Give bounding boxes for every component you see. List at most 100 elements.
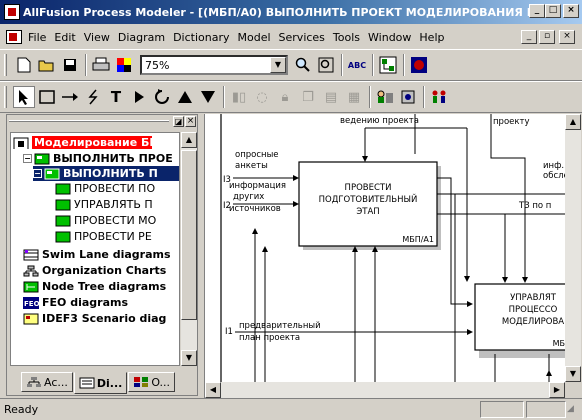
menu-model[interactable]: Model — [234, 31, 275, 44]
tab-activities[interactable]: Ac... — [21, 372, 73, 392]
scroll-down-icon[interactable]: ▼ — [181, 350, 197, 366]
tree-item-a4[interactable]: ПРОВЕСТИ РЕ — [55, 229, 152, 244]
scroll-up-icon[interactable]: ▲ — [565, 114, 581, 130]
text-tool-icon[interactable]: T — [105, 86, 127, 108]
menu-tools[interactable]: Tools — [329, 31, 364, 44]
swim-lane-icon — [23, 249, 39, 260]
tree-item-swimlane[interactable]: Swim Lane diagrams — [23, 247, 171, 262]
tree-item-a0[interactable]: − ВЫПОЛНИТЬ ПРОЕ — [23, 151, 173, 166]
model-tree[interactable]: Моделирование БП − ВЫПОЛНИТЬ ПРОЕ − ВЫПО… — [10, 132, 180, 366]
chevron-down-icon[interactable]: ▼ — [270, 57, 286, 73]
undo-icon[interactable] — [151, 86, 173, 108]
panel-close-button[interactable]: × — [185, 116, 196, 127]
squiggle-icon[interactable] — [82, 86, 104, 108]
go-to-parent-icon[interactable] — [174, 86, 196, 108]
idef3-icon — [23, 313, 39, 324]
diagrams-tab-icon — [79, 377, 95, 389]
label-r3: ТЗ по п — [518, 201, 551, 211]
collapse-icon[interactable]: − — [33, 169, 42, 178]
label-c1: предварительный — [239, 321, 321, 331]
model-mart-icon[interactable] — [408, 54, 430, 76]
arrow-tool-icon[interactable] — [59, 86, 81, 108]
org-chart-icon — [23, 265, 39, 276]
scroll-thumb[interactable] — [181, 150, 197, 320]
zoom-fit-icon[interactable] — [315, 54, 337, 76]
color-icon[interactable] — [113, 54, 135, 76]
open-icon[interactable] — [36, 54, 58, 76]
users-icon[interactable] — [374, 86, 396, 108]
panel-pin-button[interactable]: ◪ — [173, 116, 184, 127]
tree-item-idef3[interactable]: IDEF3 Scenario diag — [23, 311, 166, 326]
label-a1: опросные — [235, 150, 279, 160]
activities-tab-icon — [27, 377, 41, 387]
spellcheck-icon[interactable]: ABC — [346, 54, 368, 76]
tree-item-a2[interactable]: УПРАВЛЯТЬ П — [55, 197, 153, 212]
menu-file[interactable]: File — [24, 31, 50, 44]
app-icon — [4, 4, 20, 20]
resize-grip-icon[interactable]: ◢ — [567, 404, 579, 416]
scroll-right-icon[interactable]: ▶ — [549, 382, 565, 398]
scroll-up-icon[interactable]: ▲ — [181, 132, 197, 148]
tree-item-a1[interactable]: ПРОВЕСТИ ПО — [55, 181, 155, 196]
menu-services[interactable]: Services — [275, 31, 329, 44]
scroll-left-icon[interactable]: ◀ — [205, 382, 221, 398]
model-icon — [13, 137, 29, 149]
label-top1: ведению проекта — [340, 116, 419, 126]
tab-diagrams[interactable]: Di... — [73, 372, 128, 394]
collapse-icon[interactable]: − — [23, 154, 32, 163]
properties-icon[interactable] — [397, 86, 419, 108]
menu-dictionary[interactable]: Dictionary — [169, 31, 233, 44]
grid-icon[interactable]: ▦ — [343, 86, 365, 108]
zoom-select[interactable]: 75% ▼ — [140, 55, 288, 75]
label-c2: план проекта — [239, 333, 300, 343]
menu-help[interactable]: Help — [415, 31, 448, 44]
model-explorer-panel: ◪ × Моделирование БП − ВЫПОЛНИТЬ ПРОЕ − … — [6, 114, 198, 396]
page-icon[interactable]: ▤ — [320, 86, 342, 108]
status-panel-2 — [526, 401, 566, 418]
zoom-icon[interactable] — [292, 54, 314, 76]
pointer-icon[interactable] — [13, 86, 35, 108]
doc-minimize-button[interactable]: _ — [521, 30, 537, 44]
scroll-down-icon[interactable]: ▼ — [565, 366, 581, 382]
tab-objects[interactable]: O... — [128, 372, 176, 392]
box2-line1: УПРАВЛЯТ — [510, 293, 557, 303]
activity-box-icon[interactable] — [36, 86, 58, 108]
box1-ref: МБП/А1 — [402, 235, 434, 244]
copy-icon[interactable]: ❐ — [297, 86, 319, 108]
go-to-child-icon[interactable] — [128, 86, 150, 108]
canvas-hscrollbar[interactable]: ◀ ▶ — [205, 382, 565, 398]
print-icon[interactable] — [90, 54, 112, 76]
team-icon[interactable] — [428, 86, 450, 108]
maximize-button[interactable]: □ — [545, 4, 561, 18]
diagram-canvas[interactable]: ПРОВЕСТИ ПОДГОТОВИТЕЛЬНЫЙ ЭТАП МБП/А1 УП… — [205, 114, 565, 382]
tree-scrollbar[interactable]: ▲ ▼ — [181, 132, 197, 366]
menu-edit[interactable]: Edit — [50, 31, 79, 44]
label-r1: инф. п — [543, 161, 565, 171]
tree-item-node-tree[interactable]: Node Tree diagrams — [23, 279, 166, 294]
menu-window[interactable]: Window — [364, 31, 415, 44]
minimize-button[interactable]: _ — [529, 4, 545, 18]
box2-ref: МБ — [553, 339, 565, 348]
new-icon[interactable] — [13, 54, 35, 76]
document-icon[interactable] — [6, 30, 22, 44]
model-explorer-icon[interactable] — [377, 54, 399, 76]
title-bar: AllFusion Process Modeler - [(МБП/А0) ВЫ… — [0, 0, 582, 24]
canvas-vscrollbar[interactable]: ▲ ▼ — [565, 114, 581, 382]
menu-view[interactable]: View — [80, 31, 114, 44]
tree-item-org-charts[interactable]: Organization Charts — [23, 263, 166, 278]
save-icon[interactable] — [59, 54, 81, 76]
doc-restore-button[interactable]: ▫ — [539, 30, 555, 44]
tree-item-feo[interactable]: FEO FEO diagrams — [23, 295, 128, 310]
tunnel-icon[interactable]: ▮▯ — [228, 86, 250, 108]
tree-root[interactable]: Моделирование БП — [13, 135, 179, 150]
go-down-icon[interactable] — [197, 86, 219, 108]
menu-diagram[interactable]: Diagram — [114, 31, 169, 44]
tree-item-a0-selected[interactable]: − ВЫПОЛНИТЬ П — [33, 166, 179, 181]
lock-icon[interactable]: 🔒︎ — [274, 86, 296, 108]
tree-item-a3[interactable]: ПРОВЕСТИ МО — [55, 213, 156, 228]
status-text: Ready — [4, 403, 39, 416]
close-button[interactable]: × — [563, 4, 579, 18]
squiggle-disabled-icon[interactable]: ◌ — [251, 86, 273, 108]
label-i1: I1 — [225, 327, 233, 337]
doc-close-button[interactable]: × — [559, 30, 575, 44]
